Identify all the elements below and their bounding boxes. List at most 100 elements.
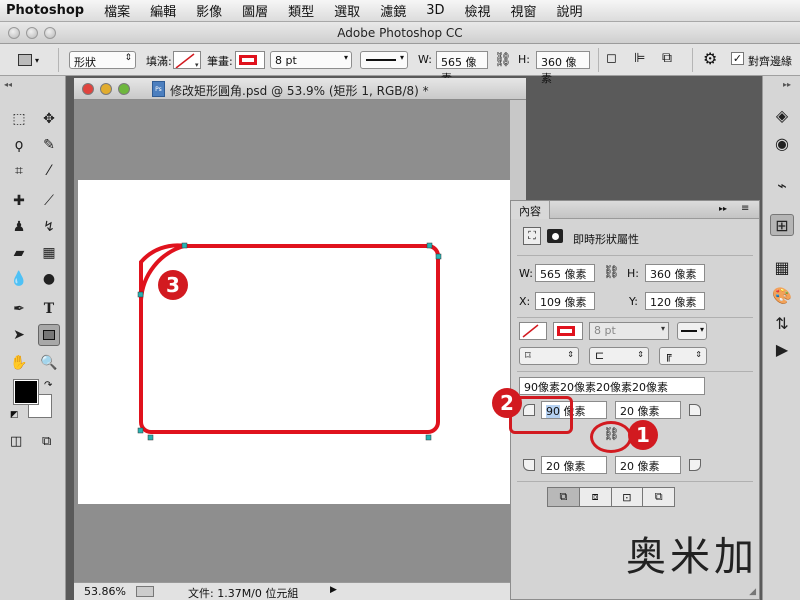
- prop-radii-summary[interactable]: 90像素20像素20像素20像素: [519, 377, 705, 395]
- menu-filter[interactable]: 濾鏡: [370, 1, 416, 20]
- zoom-tool-icon[interactable]: 🔍: [38, 352, 60, 374]
- menu-file[interactable]: 檔案: [94, 1, 140, 20]
- prop-stroke-align-select[interactable]: ⌑ ⇕: [519, 347, 579, 365]
- link-dimensions-icon[interactable]: ⛓: [494, 52, 512, 68]
- layers-icon[interactable]: ◈: [770, 104, 794, 126]
- status-menu-arrow-icon[interactable]: ▶: [330, 585, 337, 595]
- anchor-point-right[interactable]: [435, 253, 442, 260]
- prop-radius-bottom-left-field[interactable]: 20 像素: [541, 456, 607, 474]
- width-field[interactable]: 565 像素: [436, 51, 488, 85]
- menu-view[interactable]: 檢視: [454, 1, 500, 20]
- panel-menu-icon[interactable]: ≡: [741, 203, 749, 214]
- adjustments-icon[interactable]: ⇅: [770, 312, 794, 334]
- menu-help[interactable]: 說明: [547, 1, 593, 20]
- prop-radius-bottom-right-field[interactable]: 20 像素: [615, 456, 681, 474]
- rounded-rectangle-shape[interactable]: [78, 180, 510, 504]
- prop-link-icon[interactable]: ⛓: [603, 265, 620, 280]
- prop-radius-top-right-field[interactable]: 20 像素: [615, 401, 681, 419]
- swatches-icon[interactable]: ▦: [770, 256, 794, 278]
- crop-tool-icon[interactable]: ⌗: [8, 160, 30, 182]
- clone-stamp-tool-icon[interactable]: ♟: [8, 216, 30, 238]
- eyedropper-tool-icon[interactable]: ⁄: [38, 160, 60, 182]
- paths-icon[interactable]: ⌁: [770, 174, 794, 196]
- intersect-shape-icon[interactable]: ⊡: [611, 487, 644, 507]
- anchor-point-bottom-left[interactable]: [137, 427, 144, 434]
- anchor-point-bottom-right[interactable]: [425, 434, 432, 441]
- document-canvas[interactable]: 3: [78, 180, 510, 504]
- quick-mask-icon[interactable]: ◫: [10, 434, 22, 449]
- dodge-tool-icon[interactable]: ●: [38, 268, 60, 290]
- prop-stroke-type-select[interactable]: ▾: [677, 322, 707, 340]
- lasso-tool-icon[interactable]: ϙ: [8, 134, 30, 156]
- combine-shapes-icon[interactable]: ⧉: [547, 487, 580, 507]
- quick-select-tool-icon[interactable]: ✎: [38, 134, 60, 156]
- menu-edit[interactable]: 編輯: [140, 1, 186, 20]
- mask-icon[interactable]: [547, 229, 563, 243]
- channels-icon[interactable]: ◉: [770, 132, 794, 154]
- pen-tool-icon[interactable]: ✒: [8, 298, 30, 320]
- panel-resize-grip-icon[interactable]: ◢: [749, 587, 756, 597]
- actions-play-icon[interactable]: ▶: [770, 338, 794, 360]
- stroke-width-field[interactable]: 8 pt ▾: [270, 51, 352, 69]
- anchor-point-top[interactable]: [181, 242, 188, 249]
- path-selection-tool-icon[interactable]: ➤: [8, 324, 30, 346]
- menu-layer[interactable]: 圖層: [232, 1, 278, 20]
- menu-select[interactable]: 選取: [324, 1, 370, 20]
- zoom-document-button[interactable]: [118, 83, 130, 95]
- tool-mode-select[interactable]: 形狀 ⇕: [69, 51, 136, 69]
- subtract-shape-icon[interactable]: ⧈: [579, 487, 612, 507]
- eraser-tool-icon[interactable]: ▰: [8, 242, 30, 264]
- align-edges-checkbox[interactable]: ✓: [731, 52, 744, 65]
- menu-window[interactable]: 視窗: [501, 1, 547, 20]
- hand-tool-icon[interactable]: ✋: [8, 352, 30, 374]
- prop-stroke-width-field[interactable]: 8 pt ▾: [589, 322, 669, 340]
- minimize-document-button[interactable]: [100, 83, 112, 95]
- stroke-swatch[interactable]: [235, 51, 265, 69]
- move-tool-icon[interactable]: ✥: [38, 108, 60, 130]
- path-operations-icon[interactable]: ◻: [606, 51, 617, 66]
- fill-swatch[interactable]: ▾: [173, 51, 201, 69]
- menu-image[interactable]: 影像: [186, 1, 232, 20]
- status-export-icon[interactable]: [136, 586, 154, 597]
- exclude-shape-icon[interactable]: ⧉: [643, 487, 675, 507]
- screen-mode-icon[interactable]: ⧉: [42, 434, 51, 449]
- prop-height-field[interactable]: 360 像素: [645, 264, 705, 282]
- prop-y-field[interactable]: 120 像素: [645, 292, 705, 310]
- marquee-tool-icon[interactable]: ⬚: [8, 108, 30, 130]
- shape-tool-preset-icon[interactable]: ▾: [18, 52, 48, 68]
- prop-stroke-caps-select[interactable]: ⊏ ⇕: [589, 347, 649, 365]
- prop-stroke-swatch[interactable]: [553, 322, 583, 340]
- prop-fill-swatch[interactable]: [519, 322, 547, 340]
- anchor-point-bottom[interactable]: [147, 434, 154, 441]
- canvas-area[interactable]: 3: [74, 100, 526, 584]
- prop-stroke-corners-select[interactable]: ╔ ⇕: [659, 347, 707, 365]
- close-document-button[interactable]: [82, 83, 94, 95]
- menu-type[interactable]: 類型: [278, 1, 324, 20]
- color-palette-icon[interactable]: 🎨: [770, 284, 794, 306]
- zoom-level[interactable]: 53.86%: [84, 585, 126, 598]
- anchor-point-top-right[interactable]: [426, 242, 433, 249]
- rectangle-tool-icon[interactable]: [38, 324, 60, 346]
- history-brush-tool-icon[interactable]: ↯: [38, 216, 60, 238]
- brush-tool-icon[interactable]: ⟋: [38, 190, 60, 212]
- height-field[interactable]: 360 像素: [536, 51, 590, 85]
- default-colors-icon[interactable]: ◩: [10, 410, 19, 420]
- path-alignment-icon[interactable]: ⊫: [634, 51, 645, 66]
- foreground-color-swatch[interactable]: [13, 379, 39, 405]
- path-arrangement-icon[interactable]: ⧉: [662, 50, 672, 66]
- type-tool-icon[interactable]: T: [38, 298, 60, 320]
- panel-collapse-icon[interactable]: ▸▸: [719, 204, 727, 213]
- prop-x-field[interactable]: 109 像素: [535, 292, 595, 310]
- blur-tool-icon[interactable]: 💧: [8, 268, 30, 290]
- gradient-tool-icon[interactable]: ▦: [38, 242, 60, 264]
- prop-width-field[interactable]: 565 像素: [535, 264, 595, 282]
- dock-collapse-icon[interactable]: ▸▸: [783, 80, 791, 89]
- healing-brush-tool-icon[interactable]: ✚: [8, 190, 30, 212]
- menu-3d[interactable]: 3D: [416, 3, 454, 18]
- gear-icon[interactable]: ⚙: [703, 49, 717, 68]
- stroke-type-select[interactable]: ▾: [360, 51, 408, 69]
- anchor-point-left[interactable]: [137, 291, 144, 298]
- properties-tab[interactable]: 內容: [511, 201, 550, 219]
- swap-colors-icon[interactable]: ↷: [44, 380, 52, 391]
- properties-dock-icon[interactable]: ⊞: [770, 214, 794, 236]
